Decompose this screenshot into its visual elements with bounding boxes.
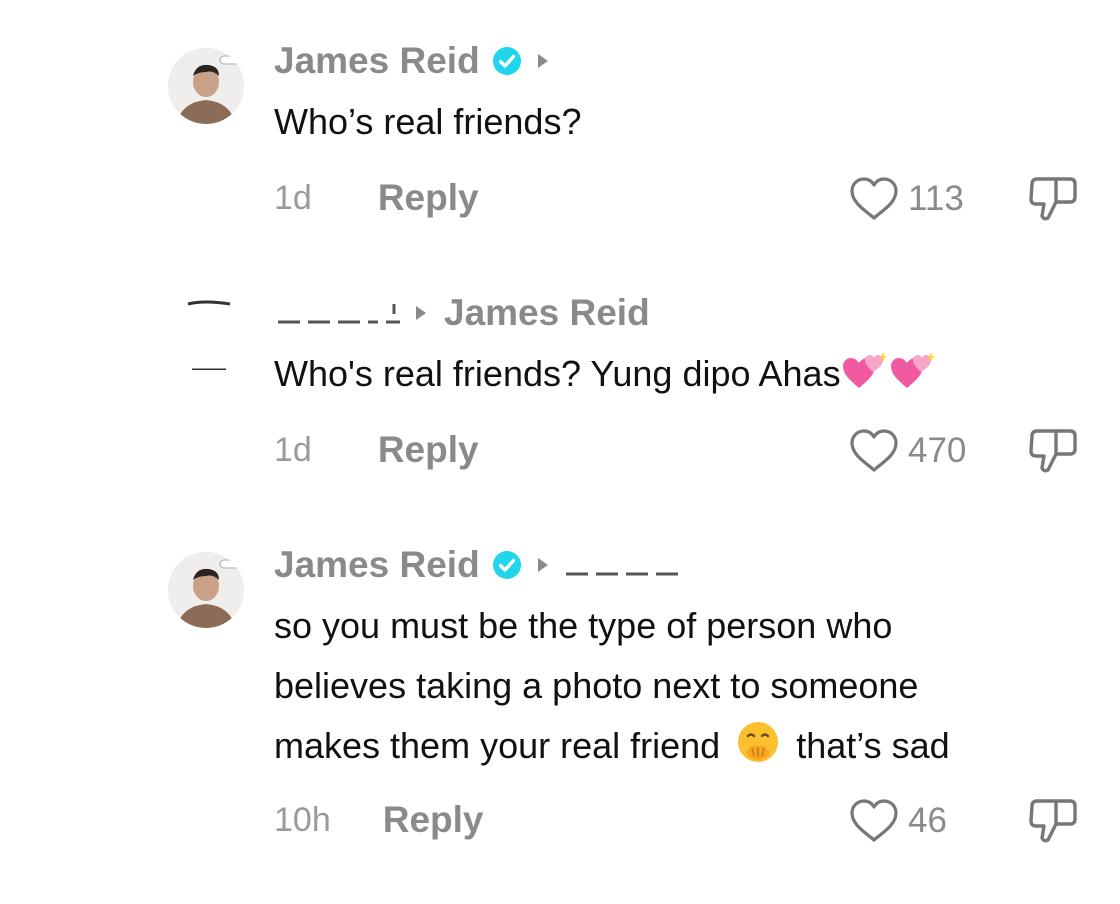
comment-time: 1d	[274, 178, 312, 217]
comment-text-line: makes them your real friend	[274, 725, 721, 766]
thumbs-down-icon[interactable]	[1026, 796, 1080, 846]
caret-right-icon	[416, 306, 426, 320]
redacted-username	[565, 572, 678, 576]
avatar-image	[168, 48, 244, 124]
like-button[interactable]: 46	[848, 798, 947, 844]
comment-header: James Reid	[274, 542, 682, 588]
reply-to-name[interactable]: James Reid	[444, 292, 650, 334]
comment-text-line-3: makes them your real friend that’s sad	[274, 716, 950, 776]
comment-header: James Reid	[274, 290, 650, 336]
comment-text-line: believes taking a photo next to someone	[274, 665, 919, 706]
heart-icon	[850, 799, 898, 842]
author-name[interactable]: James Reid	[274, 544, 480, 586]
like-count: 113	[908, 179, 964, 218]
reply-button[interactable]: Reply	[383, 799, 484, 841]
reply-button[interactable]: Reply	[378, 177, 479, 219]
hand-over-mouth-emoji	[738, 722, 779, 762]
comment-text-line: Who's real friends? Yung dipo Ahas	[274, 353, 841, 394]
comment-text-line: that’s sad	[796, 725, 950, 766]
like-count: 46	[908, 801, 947, 840]
comments-page: James Reid Who’s real friends? 1d Reply …	[0, 0, 1120, 904]
caret-right-icon	[537, 558, 548, 572]
avatar[interactable]	[168, 552, 244, 628]
sparkling-heart-emoji	[842, 352, 888, 388]
sparkling-heart-emoji	[890, 352, 936, 388]
redacted-username	[278, 304, 400, 324]
comment-header: James Reid	[274, 38, 550, 84]
comment-time: 1d	[274, 430, 312, 469]
avatar-image	[168, 552, 244, 628]
avatar[interactable]	[168, 48, 244, 124]
comment-text-line: so you must be the type of person who	[274, 605, 893, 646]
comment-text-line: Who’s real friends?	[274, 101, 582, 142]
comment-meta: 1d Reply	[274, 176, 479, 220]
caret-right-icon	[537, 54, 548, 68]
heart-icon	[850, 429, 898, 472]
like-count: 470	[908, 431, 967, 470]
heart-icon	[850, 177, 898, 220]
comment-text: Who’s real friends?	[274, 92, 581, 152]
verified-badge-icon	[492, 47, 521, 75]
verified-badge-icon	[492, 551, 521, 579]
comment-time: 10h	[274, 800, 331, 839]
comment-text: so you must be the type of person who be…	[274, 596, 950, 776]
reply-button[interactable]: Reply	[378, 429, 479, 471]
author-name[interactable]: James Reid	[274, 40, 480, 82]
avatar[interactable]	[184, 300, 234, 370]
like-button[interactable]: 470	[848, 428, 966, 474]
comment-meta: 1d Reply	[274, 428, 479, 472]
thumbs-down-icon[interactable]	[1026, 426, 1080, 476]
comment-meta: 10h Reply	[274, 798, 484, 842]
like-button[interactable]: 113	[848, 176, 964, 222]
thumbs-down-icon[interactable]	[1026, 174, 1080, 224]
comment-text: Who's real friends? Yung dipo Ahas	[274, 344, 937, 404]
